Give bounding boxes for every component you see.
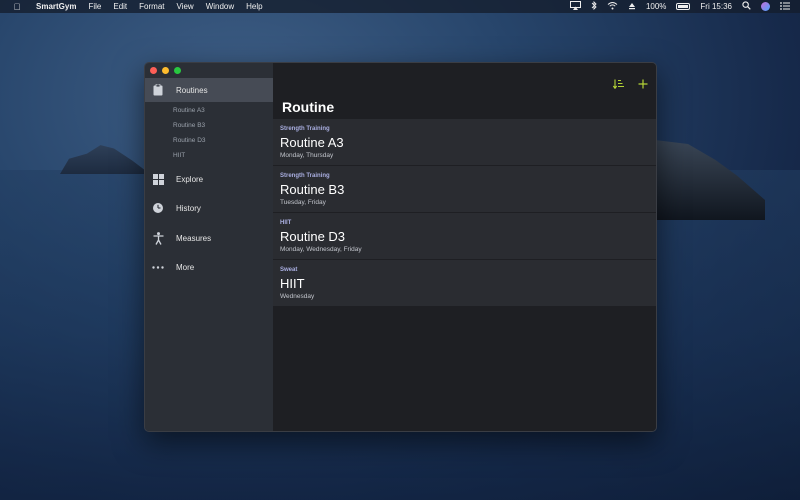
menu-file[interactable]: File <box>88 2 101 11</box>
routine-name: Routine B3 <box>280 182 345 197</box>
search-icon[interactable] <box>742 1 751 12</box>
battery-icon[interactable] <box>676 3 691 10</box>
toolbar <box>612 79 648 92</box>
list-item[interactable]: HIIT Routine D3 Monday, Wednesday, Frida… <box>273 213 656 260</box>
main-content: Routine Strength Training Routine A3 Mon… <box>273 63 656 431</box>
sidebar-item-label: Explore <box>176 174 204 184</box>
routine-name: Routine D3 <box>280 229 346 244</box>
menu-bar:  SmartGym File Edit Format View Window … <box>0 0 800 13</box>
sidebar-item-more[interactable]: More <box>145 255 273 279</box>
routine-category: Sweat <box>280 267 298 273</box>
wifi-icon[interactable] <box>607 1 618 12</box>
zoom-button[interactable] <box>174 67 181 74</box>
sidebar: Routines Routine A3 Routine B3 Routine D… <box>145 63 273 431</box>
sidebar-item-history[interactable]: History <box>145 196 273 220</box>
sidebar-subitem-hiit[interactable]: HIIT <box>173 152 185 159</box>
add-button[interactable] <box>638 79 648 92</box>
notification-center-icon[interactable] <box>780 1 790 12</box>
sidebar-subitem-routine-d3[interactable]: Routine D3 <box>173 137 206 144</box>
clock-icon <box>151 202 165 214</box>
routine-list: Strength Training Routine A3 Monday, Thu… <box>273 119 656 307</box>
sidebar-item-label: More <box>176 262 195 272</box>
sidebar-item-label: Routines <box>176 85 208 95</box>
battery-percentage: 100% <box>645 2 667 11</box>
sidebar-subitem-routine-a3[interactable]: Routine A3 <box>173 107 205 114</box>
minimize-button[interactable] <box>162 67 169 74</box>
app-window: Routines Routine A3 Routine B3 Routine D… <box>144 62 657 432</box>
desktop-island <box>60 145 150 174</box>
routine-days: Monday, Thursday <box>280 152 334 159</box>
page-title: Routine <box>282 99 335 115</box>
menu-help[interactable]: Help <box>246 2 262 11</box>
grid-icon <box>151 173 165 185</box>
apple-menu-icon[interactable]:  <box>10 2 24 12</box>
sort-icon[interactable] <box>612 79 624 92</box>
menu-view[interactable]: View <box>177 2 194 11</box>
eject-icon[interactable] <box>628 2 636 12</box>
routine-days: Monday, Wednesday, Friday <box>280 246 362 253</box>
routine-category: Strength Training <box>280 126 330 132</box>
siri-icon[interactable] <box>761 2 770 11</box>
menu-edit[interactable]: Edit <box>113 2 127 11</box>
sidebar-subitem-routine-b3[interactable]: Routine B3 <box>173 122 205 129</box>
clock[interactable]: Fri 15:36 <box>700 2 732 11</box>
person-icon <box>151 231 165 245</box>
routine-days: Wednesday <box>280 293 315 300</box>
app-menu[interactable]: SmartGym <box>36 2 76 11</box>
menu-window[interactable]: Window <box>206 2 234 11</box>
routine-name: HIIT <box>280 276 305 291</box>
routine-category: Strength Training <box>280 173 330 179</box>
menu-format[interactable]: Format <box>139 2 164 11</box>
list-item[interactable]: Strength Training Routine B3 Tuesday, Fr… <box>273 166 656 213</box>
clipboard-icon <box>151 84 165 96</box>
routine-category: HIIT <box>280 220 292 226</box>
routine-name: Routine A3 <box>280 135 344 150</box>
sidebar-item-measures[interactable]: Measures <box>145 226 273 250</box>
routine-days: Tuesday, Friday <box>280 199 326 206</box>
sidebar-item-explore[interactable]: Explore <box>145 167 273 191</box>
bluetooth-icon[interactable] <box>591 0 597 12</box>
list-item[interactable]: Sweat HIIT Wednesday <box>273 260 656 307</box>
ellipsis-icon <box>151 265 165 269</box>
sidebar-item-label: History <box>176 203 201 213</box>
sidebar-item-routines[interactable]: Routines <box>145 78 273 102</box>
sidebar-item-label: Measures <box>176 233 212 243</box>
close-button[interactable] <box>150 67 157 74</box>
list-item[interactable]: Strength Training Routine A3 Monday, Thu… <box>273 119 656 166</box>
airplay-icon[interactable] <box>569 1 581 12</box>
window-controls <box>150 67 181 74</box>
